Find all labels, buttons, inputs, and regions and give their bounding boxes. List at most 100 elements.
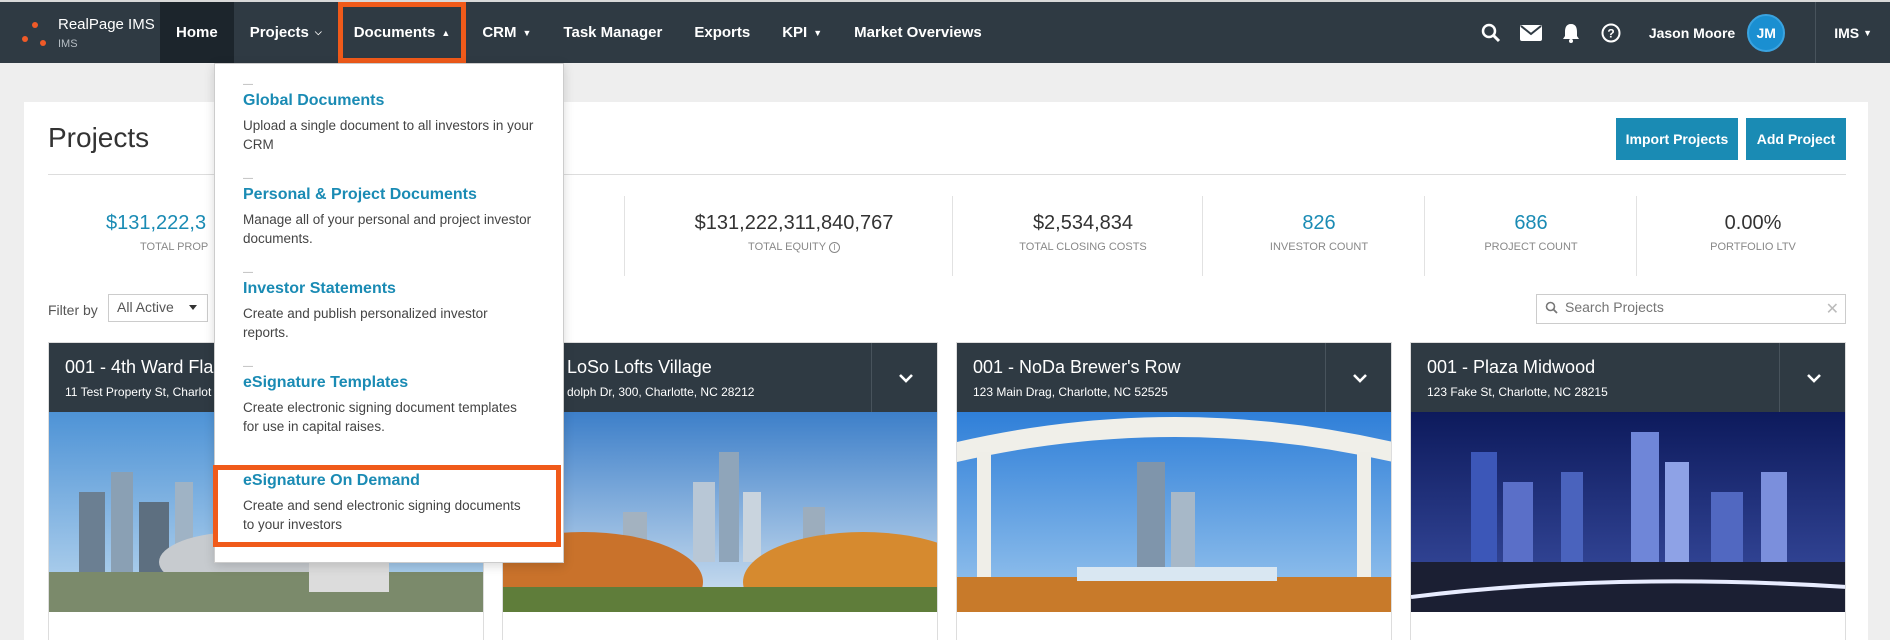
stat-divider xyxy=(1636,196,1637,276)
nav-market-overviews-label: Market Overviews xyxy=(854,24,982,41)
card-address: 123 Main Drag, Charlotte, NC 52525 xyxy=(973,385,1168,399)
stat-total-closing-costs: $2,534,834 TOTAL CLOSING COSTS xyxy=(972,212,1194,253)
avatar[interactable]: JM xyxy=(1747,13,1786,52)
project-image xyxy=(957,412,1391,612)
user-name[interactable]: Jason Moore xyxy=(1649,25,1735,41)
nav-documents[interactable]: Documents ▲ xyxy=(337,2,467,63)
stat-divider xyxy=(952,196,953,276)
project-image xyxy=(1411,412,1845,612)
card-title[interactable]: 001 - 4th Ward Fla xyxy=(65,357,213,378)
project-card[interactable]: LoSo Lofts Village dolph Dr, 300, Charlo… xyxy=(502,342,938,640)
nav-crm-label: CRM xyxy=(482,24,517,41)
nav-exports-label: Exports xyxy=(694,24,751,41)
nav-kpi[interactable]: KPI ▼ xyxy=(766,2,838,63)
filter-select[interactable]: All Active xyxy=(108,294,208,322)
card-header: 001 - NoDa Brewer's Row 123 Main Drag, C… xyxy=(957,343,1391,412)
stat-project-count: 686 PROJECT COUNT xyxy=(1444,212,1618,253)
menu-item-title[interactable]: eSignature Templates xyxy=(243,374,535,392)
menu-item-personal-project-documents[interactable]: — Personal & Project Documents Manage al… xyxy=(215,174,563,248)
project-image xyxy=(503,412,937,612)
bell-icon[interactable] xyxy=(1551,2,1591,63)
nav-documents-label: Documents xyxy=(353,24,436,41)
brand-sub: IMS xyxy=(58,38,78,50)
chevron-down-icon: ▼ xyxy=(1863,27,1872,38)
stat-portfolio-ltv: 0.00% PORTFOLIO LTV xyxy=(1656,212,1850,253)
project-card[interactable]: 001 - NoDa Brewer's Row 123 Main Drag, C… xyxy=(956,342,1392,640)
menu-item-title[interactable]: Global Documents xyxy=(243,92,535,110)
help-icon[interactable]: ? xyxy=(1591,2,1631,63)
stat-value: $131,222,311,840,767 xyxy=(694,212,894,234)
chevron-down-icon[interactable] xyxy=(1779,343,1845,412)
stat-label: PORTFOLIO LTV xyxy=(1710,241,1796,253)
menu-item-title[interactable]: Personal & Project Documents xyxy=(243,186,535,204)
search-input[interactable] xyxy=(1565,299,1815,315)
nav-home-label: Home xyxy=(176,24,218,41)
card-title[interactable]: 001 - NoDa Brewer's Row xyxy=(973,357,1181,378)
add-project-button[interactable]: Add Project xyxy=(1746,118,1846,160)
top-nav: RealPage IMS IMS Home Projects ⌵ Document… xyxy=(0,0,1890,63)
nav-home[interactable]: Home xyxy=(160,2,234,63)
nav-task-manager[interactable]: Task Manager xyxy=(547,2,678,63)
stat-label: TOTAL CLOSING COSTS xyxy=(1019,241,1147,253)
menu-item-dash: — xyxy=(243,173,253,184)
nav-menu: Home Projects ⌵ Documents ▲ CRM ▼ Task Mana… xyxy=(160,2,998,63)
menu-item-title[interactable]: Investor Statements xyxy=(243,280,535,298)
chevron-down-icon[interactable] xyxy=(1325,343,1391,412)
search-icon xyxy=(1545,301,1558,317)
stat-value: $2,534,834 xyxy=(1032,212,1134,234)
stat-divider xyxy=(1202,196,1203,276)
menu-item-dash: — xyxy=(243,361,253,372)
chevron-down-icon: ▼ xyxy=(522,27,532,38)
clear-icon[interactable]: ✕ xyxy=(1826,299,1839,319)
nav-exports[interactable]: Exports xyxy=(678,2,766,63)
menu-item-esignature-templates[interactable]: — eSignature Templates Create electronic… xyxy=(215,362,563,436)
stat-label: INVESTOR COUNT xyxy=(1269,241,1369,253)
info-icon[interactable]: i xyxy=(828,242,840,253)
nav-crm[interactable]: CRM ▼ xyxy=(466,2,547,63)
org-label: IMS xyxy=(1834,24,1860,41)
card-title[interactable]: LoSo Lofts Village xyxy=(567,357,712,378)
import-projects-button[interactable]: Import Projects xyxy=(1616,118,1738,160)
org-menu[interactable]: IMS ▼ xyxy=(1815,2,1890,63)
menu-item-desc: Create and publish personalized investor… xyxy=(243,306,488,340)
menu-item-desc: Manage all of your personal and project … xyxy=(243,212,532,246)
mail-icon[interactable] xyxy=(1511,2,1551,63)
menu-item-desc: Create electronic signing document templ… xyxy=(243,400,517,434)
stat-value: 0.00% xyxy=(1724,212,1782,234)
stat-label: PROJECT COUNT xyxy=(1484,241,1578,253)
nav-kpi-label: KPI xyxy=(782,24,808,41)
card-header: LoSo Lofts Village dolph Dr, 300, Charlo… xyxy=(503,343,937,412)
card-address: dolph Dr, 300, Charlotte, NC 28212 xyxy=(567,385,755,399)
documents-dropdown-menu: — Global Documents Upload a single docum… xyxy=(213,63,564,563)
card-header: 001 - Plaza Midwood 123 Fake St, Charlot… xyxy=(1411,343,1845,412)
realpage-logo-icon xyxy=(22,22,48,48)
menu-item-dash: — xyxy=(243,267,253,278)
caret-down-icon xyxy=(189,305,197,310)
nav-projects[interactable]: Projects ⌵ xyxy=(234,2,338,63)
chevron-down-icon: ▼ xyxy=(813,27,823,38)
search-box: ✕ xyxy=(1536,294,1846,324)
stat-divider xyxy=(1424,196,1425,276)
nav-task-manager-label: Task Manager xyxy=(563,24,663,41)
stat-value[interactable]: 826 xyxy=(1222,212,1416,235)
project-card[interactable]: 001 - Plaza Midwood 123 Fake St, Charlot… xyxy=(1410,342,1846,640)
stat-total-equity: $131,222,311,840,767 TOTAL EQUITY i xyxy=(644,212,944,253)
chevron-down-icon[interactable] xyxy=(871,343,937,412)
stat-value[interactable]: $131,222,3 xyxy=(106,212,226,235)
stat-value[interactable]: 686 xyxy=(1444,212,1618,235)
filter-label: Filter by xyxy=(48,302,98,318)
stat-divider xyxy=(624,196,625,276)
highlight-box xyxy=(213,465,561,547)
menu-item-desc: Upload a single document to all investor… xyxy=(243,118,534,152)
card-address: 11 Test Property St, Charlot xyxy=(65,385,212,399)
search-icon[interactable] xyxy=(1471,2,1511,63)
card-title[interactable]: 001 - Plaza Midwood xyxy=(1427,357,1595,378)
nav-projects-label: Projects xyxy=(249,24,309,41)
menu-item-investor-statements[interactable]: — Investor Statements Create and publish… xyxy=(215,268,563,342)
menu-item-global-documents[interactable]: — Global Documents Upload a single docum… xyxy=(215,80,563,154)
nav-market-overviews[interactable]: Market Overviews xyxy=(838,2,998,63)
stat-label: TOTAL EQUITY i xyxy=(644,241,944,253)
brand-name: RealPage IMS xyxy=(58,16,155,33)
svg-text:?: ? xyxy=(1607,26,1614,40)
chevron-down-icon: ⌵ xyxy=(314,27,322,37)
